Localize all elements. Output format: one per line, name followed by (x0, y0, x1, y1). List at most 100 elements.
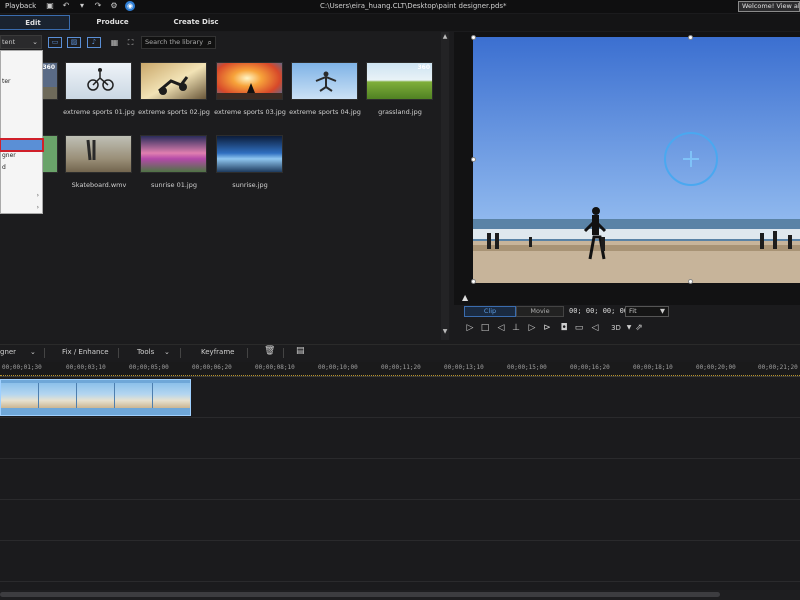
tab-edit[interactable]: Edit (0, 15, 70, 30)
search-placeholder: Search the library (145, 38, 204, 46)
fix-enhance-button[interactable]: Fix / Enhance (62, 348, 109, 356)
ruler-tick: 00;00;20;00 (696, 364, 736, 371)
menu-item[interactable] (1, 99, 42, 109)
stop-icon[interactable]: □ (479, 322, 491, 334)
audio-filter-icon[interactable]: ♪ (87, 37, 101, 48)
menu-item[interactable]: d (1, 163, 42, 173)
scroll-up-icon[interactable]: ▲ (441, 33, 449, 40)
redo-icon[interactable]: ↷ (93, 1, 103, 11)
undo-icon[interactable]: ↶ (61, 1, 71, 11)
clip-mode-button[interactable]: Clip (464, 306, 516, 317)
grid-view-icon[interactable]: ▦ (109, 37, 120, 48)
resize-handle[interactable] (471, 279, 476, 284)
resize-handle[interactable] (471, 157, 476, 162)
search-icon[interactable]: ⌕ (208, 37, 212, 48)
previous-frame-icon[interactable]: ◁ (495, 322, 507, 334)
menu-item[interactable] (1, 119, 42, 129)
chevron-right-icon: › (36, 204, 39, 211)
scrollbar-thumb[interactable] (0, 592, 720, 597)
external-preview-icon[interactable]: ⇗ (633, 322, 645, 334)
ruler-tick: 00;00;10;00 (318, 364, 358, 371)
menu-item-submenu[interactable]: › (1, 191, 42, 201)
menu-item[interactable]: ter (1, 77, 42, 87)
playback-menu[interactable]: Playback (5, 2, 36, 10)
ruler-tick: 00;00;11;20 (381, 364, 421, 371)
ruler-tick: 00;00;01;30 (2, 364, 42, 371)
track-divider (0, 581, 800, 582)
timeline-scrollbar[interactable] (0, 590, 800, 600)
scroll-down-icon[interactable]: ▼ (441, 328, 449, 335)
content-dropdown[interactable]: tent ⌄ (0, 35, 42, 49)
skateboard-video (66, 136, 131, 172)
media-thumb-skateboard[interactable] (65, 135, 132, 173)
tools-dropdown[interactable]: Tools (137, 348, 154, 356)
divider (283, 348, 284, 358)
divider (118, 348, 119, 358)
scrubber-marker-icon[interactable]: ▲ (462, 293, 468, 302)
divider (180, 348, 181, 358)
content-dropdown-menu: ter gner d › › (0, 50, 44, 214)
clip-frame (115, 383, 153, 408)
dropdown-icon[interactable]: ▾ (77, 1, 87, 11)
library-scrollbar[interactable]: ▲ ▼ (441, 32, 449, 340)
upgrade-icon[interactable]: ◉ (125, 1, 135, 11)
welcome-button[interactable]: Welcome! View all (738, 1, 800, 12)
video-filter-icon[interactable]: ▭ (48, 37, 62, 48)
tab-create-disc[interactable]: Create Disc (156, 15, 236, 30)
ruler-tick: 00;00;05;00 (129, 364, 169, 371)
media-thumb-extreme-sports-04[interactable] (291, 62, 358, 100)
media-thumb-sunrise-01[interactable] (140, 135, 207, 173)
menu-item[interactable] (1, 54, 42, 64)
ruler-tick: 00;00;03;10 (66, 364, 106, 371)
preview-panel (454, 32, 800, 340)
play-icon[interactable]: ▷ (464, 322, 476, 334)
video-clip[interactable] (0, 379, 191, 416)
media-thumb-grassland[interactable]: 360 (366, 62, 433, 100)
tab-produce[interactable]: Produce (75, 15, 150, 30)
settings-icon[interactable]: ⚙ (109, 1, 119, 11)
project-path: C:\Users\eira_huang.CLT\Desktop\paint de… (320, 2, 507, 10)
resize-handle[interactable] (688, 35, 693, 40)
fullscreen-icon[interactable]: ▭ (573, 322, 585, 334)
snapshot-icon[interactable]: ◘ (558, 322, 570, 334)
media-thumb-sunrise[interactable] (216, 135, 283, 173)
chapter-icon[interactable]: ▤ (296, 346, 305, 356)
next-frame-icon[interactable]: ▷ (526, 322, 538, 334)
divider (247, 348, 248, 358)
movie-mode-button[interactable]: Movie (516, 306, 564, 317)
chevron-down-icon[interactable]: ⌄ (164, 348, 170, 356)
media-label: grassland.jpg (378, 108, 422, 116)
save-icon[interactable]: ▣ (45, 1, 55, 11)
clip-frame (39, 383, 77, 408)
designer-dropdown[interactable]: gner (0, 348, 16, 356)
ocean-photo (217, 136, 282, 172)
media-thumb-extreme-sports-01[interactable] (65, 62, 132, 100)
preview-video[interactable] (473, 37, 800, 283)
volume-icon[interactable]: ◁ (589, 322, 601, 334)
media-label: sunrise.jpg (232, 181, 268, 189)
chevron-down-icon[interactable]: ⌄ (30, 348, 36, 356)
timeline-tracks[interactable] (0, 378, 800, 588)
divider (44, 348, 45, 358)
menu-item-selected[interactable] (0, 138, 44, 152)
delete-icon[interactable]: 🗑 (264, 346, 275, 356)
resize-handle[interactable] (471, 35, 476, 40)
split-icon[interactable]: ⊥ (510, 322, 522, 334)
menu-item-label: gner (2, 152, 16, 159)
ruler-tick: 00;00;06;20 (192, 364, 232, 371)
ruler-tick: 00;00;08;10 (255, 364, 295, 371)
library-search-input[interactable]: Search the library ⌕ (141, 36, 216, 49)
library-toolbar: tent ⌄ ▭ ▨ ♪ ▦ ⛶ Search the library ⌕ (0, 35, 450, 50)
keyframe-button[interactable]: Keyframe (201, 348, 234, 356)
media-thumb-extreme-sports-02[interactable] (140, 62, 207, 100)
media-thumb-extreme-sports-03[interactable] (216, 62, 283, 100)
fit-select[interactable]: Fit ▼ (625, 306, 669, 317)
menu-item-submenu[interactable]: › (1, 203, 42, 213)
fast-forward-icon[interactable]: ⊳ (541, 322, 553, 334)
timecode-display[interactable]: 00; 00; 00; 00 (569, 307, 628, 315)
expand-view-icon[interactable]: ⛶ (125, 37, 136, 48)
image-filter-icon[interactable]: ▨ (67, 37, 81, 48)
menu-item[interactable]: gner (1, 151, 42, 161)
sunset-photo (217, 63, 282, 99)
resize-handle[interactable] (688, 279, 693, 284)
